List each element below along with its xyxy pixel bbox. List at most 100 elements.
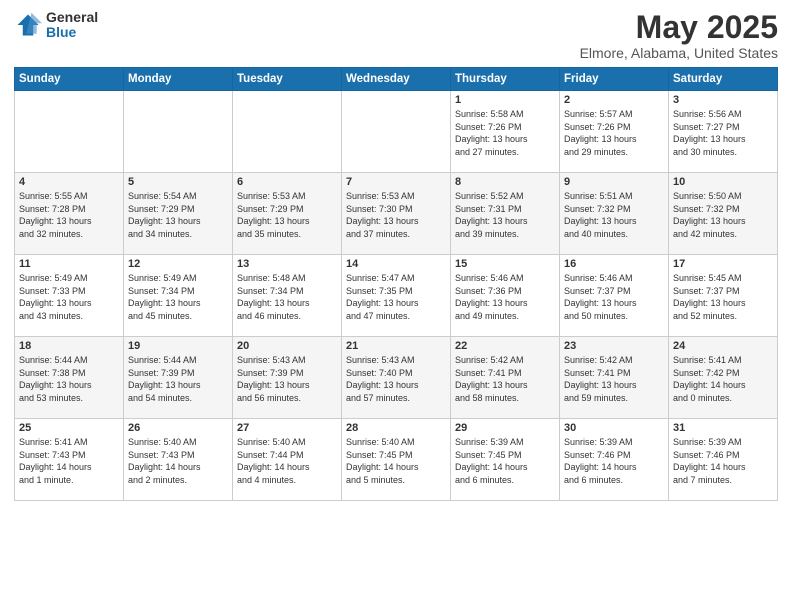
cell-w1-d0: 4 Sunrise: 5:55 AM Sunset: 7:28 PM Daylig… (15, 173, 124, 255)
cell-w4-d2: 27 Sunrise: 5:40 AM Sunset: 7:44 PM Dayli… (233, 419, 342, 501)
day-info-9: Sunrise: 5:51 AM Sunset: 7:32 PM Dayligh… (564, 190, 664, 240)
cell-w4-d6: 31 Sunrise: 5:39 AM Sunset: 7:46 PM Dayli… (669, 419, 778, 501)
day-number-27: 27 (237, 422, 337, 434)
week-row-0: 1 Sunrise: 5:58 AM Sunset: 7:26 PM Daylig… (15, 91, 778, 173)
day-number-16: 16 (564, 258, 664, 270)
day-info-4: Sunrise: 5:55 AM Sunset: 7:28 PM Dayligh… (19, 190, 119, 240)
cell-w3-d4: 22Sunrise: 5:42 AM Sunset: 7:41 PM Dayli… (451, 337, 560, 419)
week-row-3: 18 Sunrise: 5:44 AM Sunset: 7:38 PM Dayli… (15, 337, 778, 419)
day-number-23: 23 (564, 340, 664, 352)
day-info-31: Sunrise: 5:39 AM Sunset: 7:46 PM Dayligh… (673, 436, 773, 486)
week-row-2: 11 Sunrise: 5:49 AM Sunset: 7:33 PM Dayli… (15, 255, 778, 337)
day-info-23: Sunrise: 5:42 AM Sunset: 7:41 PM Dayligh… (564, 354, 664, 404)
cell-w3-d2: 20Sunrise: 5:43 AM Sunset: 7:39 PM Dayli… (233, 337, 342, 419)
day-info-8: Sunrise: 5:52 AM Sunset: 7:31 PM Dayligh… (455, 190, 555, 240)
day-info-16: Sunrise: 5:46 AM Sunset: 7:37 PM Dayligh… (564, 272, 664, 322)
day-info-27: Sunrise: 5:40 AM Sunset: 7:44 PM Dayligh… (237, 436, 337, 486)
cell-w4-d4: 29 Sunrise: 5:39 AM Sunset: 7:45 PM Dayli… (451, 419, 560, 501)
day-number-18: 18 (19, 340, 119, 352)
cell-w2-d0: 11 Sunrise: 5:49 AM Sunset: 7:33 PM Dayli… (15, 255, 124, 337)
day-info-5: Sunrise: 5:54 AM Sunset: 7:29 PM Dayligh… (128, 190, 228, 240)
day-info-28: Sunrise: 5:40 AM Sunset: 7:45 PM Dayligh… (346, 436, 446, 486)
day-number-24: 24 (673, 340, 773, 352)
cell-w4-d3: 28 Sunrise: 5:40 AM Sunset: 7:45 PM Dayli… (342, 419, 451, 501)
day-info-26: Sunrise: 5:40 AM Sunset: 7:43 PM Dayligh… (128, 436, 228, 486)
day-info-22: Sunrise: 5:42 AM Sunset: 7:41 PM Dayligh… (455, 354, 555, 404)
day-info-29: Sunrise: 5:39 AM Sunset: 7:45 PM Dayligh… (455, 436, 555, 486)
th-sunday: Sunday (15, 68, 124, 91)
day-number-5: 5 (128, 176, 228, 188)
cell-w0-d0 (15, 91, 124, 173)
day-number-10: 10 (673, 176, 773, 188)
day-number-21: 21 (346, 340, 446, 352)
day-info-6: Sunrise: 5:53 AM Sunset: 7:29 PM Dayligh… (237, 190, 337, 240)
cell-w1-d1: 5 Sunrise: 5:54 AM Sunset: 7:29 PM Daylig… (124, 173, 233, 255)
day-info-1: Sunrise: 5:58 AM Sunset: 7:26 PM Dayligh… (455, 108, 555, 158)
day-number-28: 28 (346, 422, 446, 434)
day-number-2: 2 (564, 94, 664, 106)
day-number-15: 15 (455, 258, 555, 270)
th-thursday: Thursday (451, 68, 560, 91)
cell-w1-d6: 10Sunrise: 5:50 AM Sunset: 7:32 PM Dayli… (669, 173, 778, 255)
cell-w2-d3: 14 Sunrise: 5:47 AM Sunset: 7:35 PM Dayli… (342, 255, 451, 337)
day-info-25: Sunrise: 5:41 AM Sunset: 7:43 PM Dayligh… (19, 436, 119, 486)
page: General Blue May 2025 Elmore, Alabama, U… (0, 0, 792, 612)
cell-w4-d0: 25 Sunrise: 5:41 AM Sunset: 7:43 PM Dayli… (15, 419, 124, 501)
day-number-13: 13 (237, 258, 337, 270)
day-info-20: Sunrise: 5:43 AM Sunset: 7:39 PM Dayligh… (237, 354, 337, 404)
day-number-14: 14 (346, 258, 446, 270)
day-number-6: 6 (237, 176, 337, 188)
day-number-25: 25 (19, 422, 119, 434)
day-number-17: 17 (673, 258, 773, 270)
cell-w3-d1: 19Sunrise: 5:44 AM Sunset: 7:39 PM Dayli… (124, 337, 233, 419)
th-monday: Monday (124, 68, 233, 91)
logo-text: General Blue (46, 10, 98, 41)
logo-blue: Blue (46, 25, 98, 40)
cell-w0-d6: 3Sunrise: 5:56 AM Sunset: 7:27 PM Daylig… (669, 91, 778, 173)
title-block: May 2025 Elmore, Alabama, United States (580, 10, 778, 61)
cell-w2-d2: 13 Sunrise: 5:48 AM Sunset: 7:34 PM Dayli… (233, 255, 342, 337)
day-number-12: 12 (128, 258, 228, 270)
cell-w1-d5: 9Sunrise: 5:51 AM Sunset: 7:32 PM Daylig… (560, 173, 669, 255)
cell-w0-d1 (124, 91, 233, 173)
day-number-3: 3 (673, 94, 773, 106)
day-info-2: Sunrise: 5:57 AM Sunset: 7:26 PM Dayligh… (564, 108, 664, 158)
th-wednesday: Wednesday (342, 68, 451, 91)
day-number-11: 11 (19, 258, 119, 270)
day-info-15: Sunrise: 5:46 AM Sunset: 7:36 PM Dayligh… (455, 272, 555, 322)
calendar-title: May 2025 (580, 10, 778, 45)
logo-icon (14, 11, 42, 39)
th-friday: Friday (560, 68, 669, 91)
logo: General Blue (14, 10, 98, 41)
day-info-13: Sunrise: 5:48 AM Sunset: 7:34 PM Dayligh… (237, 272, 337, 322)
cell-w1-d3: 7Sunrise: 5:53 AM Sunset: 7:30 PM Daylig… (342, 173, 451, 255)
cell-w3-d5: 23 Sunrise: 5:42 AM Sunset: 7:41 PM Dayli… (560, 337, 669, 419)
cell-w1-d4: 8 Sunrise: 5:52 AM Sunset: 7:31 PM Daylig… (451, 173, 560, 255)
cell-w0-d3 (342, 91, 451, 173)
cell-w2-d6: 17 Sunrise: 5:45 AM Sunset: 7:37 PM Dayli… (669, 255, 778, 337)
day-number-31: 31 (673, 422, 773, 434)
day-info-17: Sunrise: 5:45 AM Sunset: 7:37 PM Dayligh… (673, 272, 773, 322)
day-info-21: Sunrise: 5:43 AM Sunset: 7:40 PM Dayligh… (346, 354, 446, 404)
day-number-8: 8 (455, 176, 555, 188)
day-number-1: 1 (455, 94, 555, 106)
cell-w3-d3: 21 Sunrise: 5:43 AM Sunset: 7:40 PM Dayli… (342, 337, 451, 419)
day-info-14: Sunrise: 5:47 AM Sunset: 7:35 PM Dayligh… (346, 272, 446, 322)
day-info-18: Sunrise: 5:44 AM Sunset: 7:38 PM Dayligh… (19, 354, 119, 404)
day-info-7: Sunrise: 5:53 AM Sunset: 7:30 PM Dayligh… (346, 190, 446, 240)
calendar-table: Sunday Monday Tuesday Wednesday Thursday… (14, 67, 778, 501)
header-row: Sunday Monday Tuesday Wednesday Thursday… (15, 68, 778, 91)
day-number-30: 30 (564, 422, 664, 434)
cell-w0-d4: 1 Sunrise: 5:58 AM Sunset: 7:26 PM Daylig… (451, 91, 560, 173)
logo-general: General (46, 10, 98, 25)
day-info-30: Sunrise: 5:39 AM Sunset: 7:46 PM Dayligh… (564, 436, 664, 486)
cell-w0-d2 (233, 91, 342, 173)
day-info-11: Sunrise: 5:49 AM Sunset: 7:33 PM Dayligh… (19, 272, 119, 322)
header: General Blue May 2025 Elmore, Alabama, U… (14, 10, 778, 61)
week-row-4: 25 Sunrise: 5:41 AM Sunset: 7:43 PM Dayli… (15, 419, 778, 501)
calendar-subtitle: Elmore, Alabama, United States (580, 45, 778, 61)
day-number-26: 26 (128, 422, 228, 434)
day-number-4: 4 (19, 176, 119, 188)
day-number-29: 29 (455, 422, 555, 434)
day-info-19: Sunrise: 5:44 AM Sunset: 7:39 PM Dayligh… (128, 354, 228, 404)
